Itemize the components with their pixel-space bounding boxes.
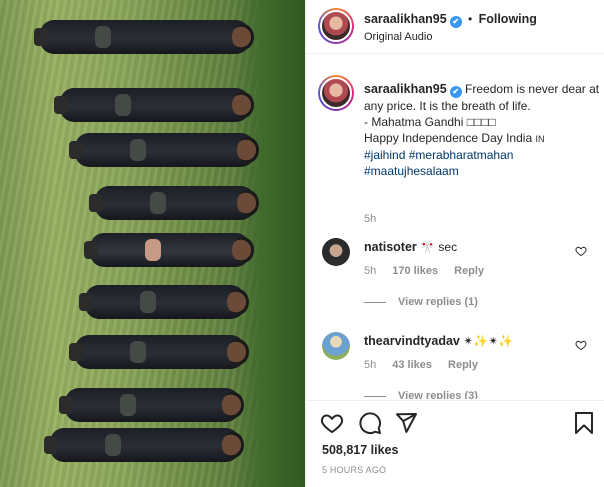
bookmark-icon[interactable] [572, 411, 596, 435]
comment-username[interactable]: natisoter [364, 240, 417, 254]
soldier-figure [44, 428, 244, 462]
comment-icon[interactable] [358, 411, 382, 435]
reply-button[interactable]: Reply [454, 265, 484, 277]
avatar[interactable] [322, 238, 350, 266]
post-header: saraalikhan95 ✔ • Following Original Audi… [306, 0, 604, 54]
comment-text: thearvindtyadav ✴✨✴✨ [364, 334, 513, 348]
comment-text: natisoter 🎌 sec [364, 240, 457, 254]
view-replies-button[interactable]: View replies (1) [364, 296, 478, 308]
soldier-figure [69, 335, 249, 369]
following-button[interactable]: Following [479, 12, 537, 26]
verified-icon: ✔ [449, 86, 462, 98]
caption-greeting: Happy Independence Day India [364, 131, 533, 145]
audio-link[interactable]: Original Audio [364, 31, 433, 43]
action-bar: 508,817 likes 5 HOURS AGO [306, 400, 604, 487]
comment-likes[interactable]: 170 likes [392, 265, 438, 277]
heart-icon[interactable] [320, 411, 344, 435]
heart-icon[interactable] [575, 339, 587, 351]
soldier-figure [84, 233, 254, 267]
avatar[interactable] [318, 75, 354, 111]
reply-button[interactable]: Reply [448, 359, 478, 371]
comment-time: 5h [364, 359, 377, 371]
soldier-figure [79, 285, 249, 319]
avatar[interactable] [318, 8, 354, 44]
separator-dot: • [468, 12, 473, 26]
verified-icon: ✔ [449, 16, 462, 28]
hashtag-link[interactable]: #jaihind [364, 148, 405, 162]
comment-username[interactable]: thearvindtyadav [364, 334, 460, 348]
comment-meta: 5h 43 likes Reply [364, 359, 494, 371]
share-icon[interactable] [394, 411, 418, 435]
comment-time: 5h [364, 265, 377, 277]
username-link[interactable]: saraalikhan95 [364, 12, 447, 26]
comment-body: ✴✨✴✨ [463, 334, 514, 348]
caption-time: 5h [364, 213, 377, 225]
heart-icon[interactable] [575, 245, 587, 257]
comment-likes[interactable]: 43 likes [392, 359, 432, 371]
hashtag-link[interactable]: #maatujhesalaam [364, 164, 459, 178]
hashtag-link[interactable]: #merabharatmahan [409, 148, 514, 162]
caption-quote: - Mahatma Gandhi □□□□ [364, 115, 496, 129]
post-timestamp[interactable]: 5 HOURS AGO [322, 465, 386, 475]
flag-emoji: IN [535, 134, 545, 144]
caption-username[interactable]: saraalikhan95 [364, 82, 447, 96]
likes-count[interactable]: 508,817 likes [322, 443, 398, 457]
comment-body: 🎌 sec [420, 240, 458, 254]
header-user-line: saraalikhan95 ✔ • Following [364, 12, 537, 28]
post-side-panel: saraalikhan95 ✔ • Following Original Audi… [305, 0, 604, 487]
comment-meta: 5h 170 likes Reply [364, 265, 500, 277]
comments-list[interactable]: saraalikhan95 ✔ Freedom is never dear at … [306, 67, 604, 399]
soldier-figure [54, 88, 254, 122]
post-video[interactable] [0, 0, 305, 487]
soldier-figure [34, 20, 254, 54]
view-replies-button[interactable]: View replies (3) [364, 390, 478, 399]
avatar[interactable] [322, 332, 350, 360]
divider [364, 301, 386, 303]
soldier-figure [59, 388, 244, 422]
soldier-figure [89, 186, 259, 220]
soldier-figure [69, 133, 259, 167]
view-replies-label: View replies (3) [398, 390, 478, 399]
view-replies-label: View replies (1) [398, 296, 478, 308]
divider [364, 395, 386, 397]
caption-body: saraalikhan95 ✔ Freedom is never dear at … [364, 81, 602, 179]
